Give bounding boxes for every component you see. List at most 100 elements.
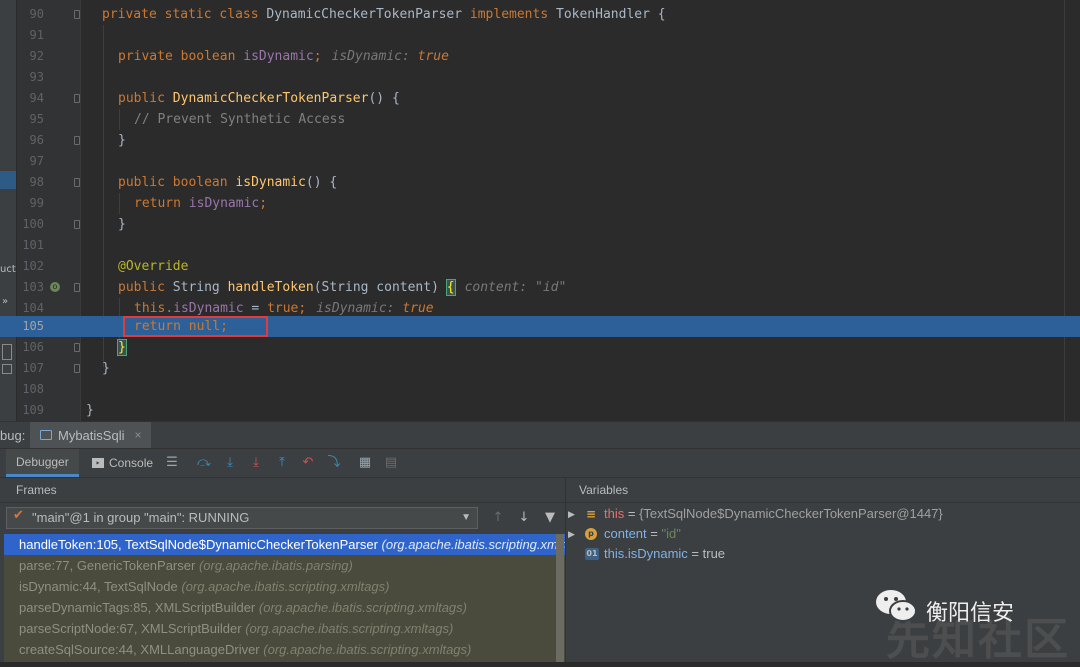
code-line[interactable]: 90 private static class DynamicCheckerTo… xyxy=(0,4,1080,25)
step-over-icon[interactable]: ⤼ xyxy=(196,455,212,471)
arrow-down-icon[interactable]: ↓ xyxy=(516,510,532,526)
code-line[interactable]: 96 } xyxy=(0,130,1080,151)
code-text: private boolean isDynamic; isDynamic: tru… xyxy=(118,49,449,64)
code-line[interactable]: 94 public DynamicCheckerTokenParser() { xyxy=(0,88,1080,109)
fold-marker-icon[interactable] xyxy=(74,10,80,19)
show-execution-point-icon[interactable]: ☰ xyxy=(164,455,180,471)
implements-method-icon[interactable]: o xyxy=(50,282,60,292)
inline-value-hint: isDynamic: true xyxy=(331,49,449,64)
thread-row: ✔ "main"@1 in group "main": RUNNING ▼ ↑ … xyxy=(0,503,565,533)
code-text: } xyxy=(86,403,94,418)
code-line[interactable]: 101 xyxy=(0,235,1080,256)
frame-item[interactable]: handleToken:105, TextSqlNode$DynamicChec… xyxy=(4,534,565,555)
arrow-up-icon[interactable]: ↑ xyxy=(490,510,506,526)
code-line[interactable]: 106 } xyxy=(0,337,1080,358)
line-number: 91 xyxy=(29,28,44,42)
evaluate-expression-icon[interactable]: ▦ xyxy=(357,455,373,471)
parameter-icon: p xyxy=(585,528,597,540)
tab-debugger[interactable]: Debugger xyxy=(6,449,79,477)
line-number: 106 xyxy=(22,340,44,354)
tab-debugger-label: Debugger xyxy=(16,454,69,469)
session-tab-label: MybatisSqli xyxy=(58,427,125,443)
code-line[interactable]: 92 private boolean isDynamic; isDynamic: … xyxy=(0,46,1080,67)
run-to-cursor-icon[interactable]: ⤵ xyxy=(326,455,342,471)
frame-item[interactable]: parse:77, GenericTokenParser (org.apache… xyxy=(4,555,565,576)
code-line[interactable]: 100 } xyxy=(0,214,1080,235)
code-text: public boolean isDynamic() { xyxy=(118,175,338,190)
thread-selector-value: "main"@1 in group "main": RUNNING xyxy=(32,510,250,525)
trace-icon[interactable]: ▤ xyxy=(383,455,399,471)
code-line[interactable]: 95 // Prevent Synthetic Access xyxy=(0,109,1080,130)
close-icon[interactable]: × xyxy=(134,428,141,442)
line-number: 90 xyxy=(29,7,44,21)
line-number: 97 xyxy=(29,154,44,168)
line-number: 100 xyxy=(22,217,44,231)
drop-frame-icon[interactable]: ↶ xyxy=(300,455,316,471)
fold-marker-icon[interactable] xyxy=(74,364,80,373)
code-line[interactable]: 103 o public String handleToken(String c… xyxy=(0,277,1080,298)
code-line[interactable]: 99 return isDynamic; xyxy=(0,193,1080,214)
step-out-icon[interactable]: ⤒ xyxy=(274,455,290,471)
frame-item[interactable]: parseDynamicTags:85, XMLScriptBuilder (o… xyxy=(4,597,565,618)
code-editor[interactable]: uct » 90 private static class DynamicChe… xyxy=(0,0,1080,421)
tab-mybatissqli[interactable]: MybatisSqli × xyxy=(30,422,152,448)
fold-marker-icon[interactable] xyxy=(74,94,80,103)
watermark-text: 衡阳信安 xyxy=(926,601,1015,626)
force-step-into-icon[interactable]: ⤓ xyxy=(248,455,264,471)
code-line[interactable]: 102 @Override xyxy=(0,256,1080,277)
line-number: 102 xyxy=(22,259,44,273)
thread-selector[interactable]: ✔ "main"@1 in group "main": RUNNING ▼ xyxy=(6,507,478,529)
variable-text: content = "id" xyxy=(604,526,681,541)
fold-marker-icon[interactable] xyxy=(74,220,80,229)
line-number: 94 xyxy=(29,91,44,105)
primitive-icon: 01 xyxy=(585,548,599,560)
line-number: 92 xyxy=(29,49,44,63)
inline-value-hint: isDynamic: true xyxy=(316,301,434,316)
variables-header: Variables xyxy=(566,478,1080,503)
fold-marker-icon[interactable] xyxy=(74,178,80,187)
frames-pane: Frames ✔ "main"@1 in group "main": RUNNI… xyxy=(0,478,566,662)
debug-title-bar: bug: MybatisSqli × xyxy=(0,422,1080,449)
inline-value-hint: content: "id" xyxy=(464,280,567,295)
code-line[interactable]: 93 xyxy=(0,67,1080,88)
debug-label: bug: xyxy=(0,428,26,443)
matched-brace: { xyxy=(445,279,456,296)
tab-console[interactable]: ▸ Console xyxy=(92,449,153,477)
variable-text: this = {TextSqlNode$DynamicCheckerTokenP… xyxy=(604,506,943,521)
line-number: 105 xyxy=(22,319,44,333)
line-number: 93 xyxy=(29,70,44,84)
line-number: 107 xyxy=(22,361,44,375)
fold-marker-icon[interactable] xyxy=(74,283,80,292)
tab-console-label: Console xyxy=(109,456,154,470)
code-text: public String handleToken(String content… xyxy=(118,279,567,296)
code-line[interactable]: 91 xyxy=(0,25,1080,46)
frame-item[interactable]: createSqlSource:44, XMLLanguageDriver (o… xyxy=(4,639,565,660)
watermark: 先知社区 衡阳信安 xyxy=(874,581,1080,665)
console-icon: ▸ xyxy=(92,458,104,468)
code-text: } xyxy=(118,133,126,148)
code-line[interactable]: 98 public boolean isDynamic() { xyxy=(0,172,1080,193)
frames-scrollbar[interactable] xyxy=(556,534,564,662)
code-line[interactable]: 108 xyxy=(0,379,1080,400)
code-text: } xyxy=(102,361,110,376)
line-number: 95 xyxy=(29,112,44,126)
fold-marker-icon[interactable] xyxy=(74,343,80,352)
code-line[interactable]: 97 xyxy=(0,151,1080,172)
wechat-logo-icon xyxy=(876,590,917,622)
step-into-icon[interactable]: ⤓ xyxy=(222,455,238,471)
line-number: 98 xyxy=(29,175,44,189)
code-line[interactable]: 107 } xyxy=(0,358,1080,379)
code-text: } xyxy=(117,337,127,358)
highlight-box xyxy=(123,316,268,337)
debug-toolbar: Debugger ▸ Console ☰ ⤼ ⤓ ⤓ ⤒ ↶ ⤵ ▦ ▤ xyxy=(0,449,1080,478)
code-text: public DynamicCheckerTokenParser() { xyxy=(118,91,400,106)
expand-arrow-icon[interactable]: ▶ xyxy=(568,524,575,544)
frame-item[interactable]: isDynamic:44, TextSqlNode (org.apache.ib… xyxy=(4,576,565,597)
fold-marker-icon[interactable] xyxy=(74,136,80,145)
frames-list[interactable]: handleToken:105, TextSqlNode$DynamicChec… xyxy=(4,534,565,662)
expand-arrow-icon[interactable]: ▶ xyxy=(568,504,575,524)
code-line[interactable]: 109 } xyxy=(0,400,1080,421)
line-number: 99 xyxy=(29,196,44,210)
frame-item[interactable]: parseScriptNode:67, XMLScriptBuilder (or… xyxy=(4,618,565,639)
filter-icon[interactable]: ▼ xyxy=(542,510,558,526)
